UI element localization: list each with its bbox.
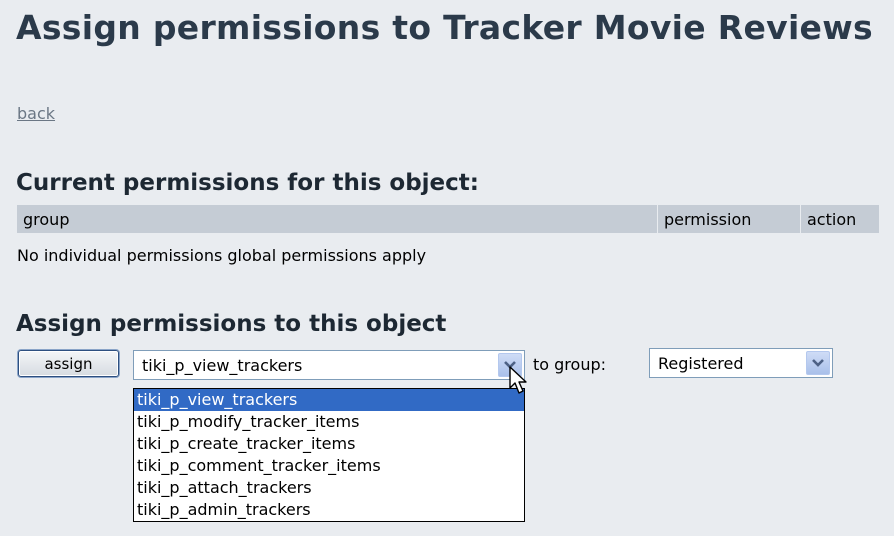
assign-button[interactable]: assign — [18, 350, 119, 377]
empty-permissions-message: No individual permissions global permiss… — [17, 246, 427, 265]
dropdown-option[interactable]: tiki_p_attach_trackers — [134, 477, 524, 499]
group-select[interactable]: Registered — [649, 348, 833, 378]
to-group-label: to group: — [533, 355, 607, 374]
table-header-row: group permission action — [17, 205, 879, 233]
permission-select-value: tiki_p_view_trackers — [142, 356, 303, 375]
dropdown-option[interactable]: tiki_p_comment_tracker_items — [134, 455, 524, 477]
dropdown-option[interactable]: tiki_p_view_trackers — [134, 389, 524, 411]
dropdown-option[interactable]: tiki_p_admin_trackers — [134, 499, 524, 521]
permission-dropdown-list: tiki_p_view_trackers tiki_p_modify_track… — [133, 388, 525, 522]
back-link[interactable]: back — [17, 104, 55, 123]
current-permissions-heading: Current permissions for this object: — [16, 170, 479, 196]
column-header-action: action — [800, 205, 879, 233]
mouse-cursor-icon — [509, 366, 527, 394]
chevron-down-icon[interactable] — [806, 351, 830, 375]
assign-permissions-heading: Assign permissions to this object — [16, 311, 447, 337]
group-select-value: Registered — [658, 354, 744, 373]
dropdown-option[interactable]: tiki_p_modify_tracker_items — [134, 411, 524, 433]
dropdown-option[interactable]: tiki_p_create_tracker_items — [134, 433, 524, 455]
column-header-group: group — [17, 205, 658, 233]
column-header-permission: permission — [657, 205, 801, 233]
permission-select[interactable]: tiki_p_view_trackers — [133, 350, 525, 380]
permissions-table: group permission action — [17, 205, 879, 233]
page-title: Assign permissions to Tracker Movie Revi… — [16, 8, 873, 47]
